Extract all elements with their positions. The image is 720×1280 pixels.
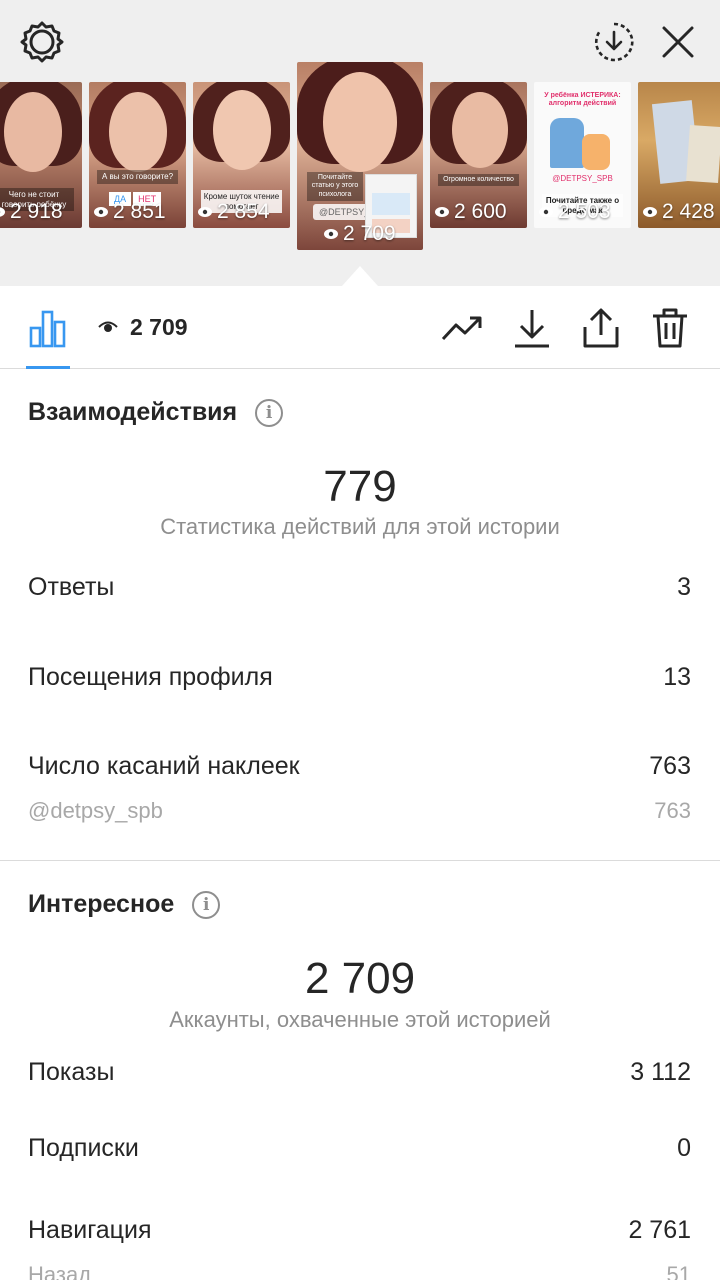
story-thumbnail[interactable]: Кроме шуток чтение помогает 2 854 [193, 82, 290, 228]
discovery-title: Интересное [28, 890, 175, 918]
save-story-icon[interactable] [590, 18, 638, 66]
story-thumbnail[interactable]: Чего не стоит говорить ребёнку 2 918 [0, 82, 82, 228]
info-icon[interactable]: i [192, 890, 221, 919]
eye-icon [435, 207, 449, 217]
story-views: 2 600 [434, 200, 507, 224]
story-thumbnails-strip[interactable]: Чего не стоит говорить ребёнку 2 918 А в… [0, 62, 720, 252]
story-views: 2 854 [197, 200, 270, 224]
stat-value: 3 [677, 572, 691, 601]
stat-subrow-back: Назад 51 [28, 1260, 691, 1280]
stat-value: 2 761 [628, 1215, 691, 1244]
poster-tag: @DETPSY_SPB [552, 174, 613, 183]
eye-icon [98, 321, 118, 332]
stat-row-navigation: Навигация 2 761 [28, 1213, 691, 1247]
story-views-count: 2 709 [343, 222, 396, 245]
toolbar-views-count: 2 709 [130, 313, 188, 340]
stat-value: 13 [663, 662, 691, 691]
share-icon[interactable] [579, 306, 623, 350]
discovery-section-title: Интересное i [28, 890, 221, 919]
story-thumbnail[interactable]: 2 428 [638, 82, 720, 228]
stat-sublabel: @detpsy_spb [28, 798, 163, 823]
story-thumbnail[interactable]: У ребёнка ИСТЕРИКА: алгоритм действий @D… [534, 82, 631, 228]
eye-icon [643, 207, 657, 217]
toolbar-views: 2 709 [98, 312, 188, 342]
story-thumbnail-selected[interactable]: Почитайте статью у этого психолога @DETP… [297, 62, 423, 250]
story-views-count: 2 854 [217, 200, 270, 223]
story-thumbnail[interactable]: А вы это говорите? ДА НЕТ 2 851 [89, 82, 186, 228]
stat-sublabel: Назад [28, 1262, 92, 1280]
stat-value: 763 [649, 751, 691, 780]
info-icon[interactable]: i [255, 398, 284, 427]
stat-row-profile-visits: Посещения профиля 13 [28, 660, 691, 694]
stat-value: 3 112 [630, 1057, 691, 1086]
trend-icon[interactable] [440, 306, 484, 350]
story-views: 2 918 [0, 200, 63, 224]
eye-icon [324, 229, 338, 239]
story-views: 2 503 [538, 200, 611, 224]
poster-title: У ребёнка ИСТЕРИКА: алгоритм действий [544, 92, 621, 108]
stat-subvalue: 51 [666, 1262, 691, 1280]
story-views-count: 2 428 [662, 200, 715, 223]
insights-toolbar: 2 709 [0, 286, 720, 369]
stat-label: Показы [28, 1057, 115, 1086]
stat-label: Посещения профиля [28, 662, 273, 691]
discovery-subtitle: Аккаунты, охваченные этой историей [169, 1007, 551, 1032]
close-icon[interactable] [654, 18, 702, 66]
stat-row-sticker-taps: Число касаний наклеек 763 [28, 749, 691, 783]
section-divider [0, 860, 720, 861]
story-views: 2 851 [93, 200, 166, 224]
eye-icon [198, 207, 212, 217]
poster-illustration [550, 118, 584, 168]
eye-icon [94, 207, 108, 217]
download-icon[interactable] [510, 306, 554, 350]
stat-subvalue: 763 [654, 798, 691, 823]
trash-icon[interactable] [648, 306, 692, 350]
interactions-total: 779 [323, 462, 397, 511]
stat-label: Число касаний наклеек [28, 751, 300, 780]
story-caption: А вы это говорите? [97, 170, 178, 184]
stat-label: Навигация [28, 1215, 152, 1244]
interactions-title: Взаимодействия [28, 398, 238, 426]
active-tab-indicator [26, 366, 70, 369]
story-views: 2 709 [323, 222, 396, 246]
stat-row-replies: Ответы 3 [28, 570, 691, 604]
story-caption: Огромное количество [438, 174, 519, 187]
stat-row-follows: Подписки 0 [28, 1131, 691, 1165]
story-views-count: 2 918 [10, 200, 63, 223]
interactions-section-title: Взаимодействия i [28, 398, 284, 427]
story-thumbnail[interactable]: Огромное количество 2 600 [430, 82, 527, 228]
stat-label: Подписки [28, 1133, 139, 1162]
story-views-count: 2 503 [558, 200, 611, 223]
stat-value: 0 [677, 1133, 691, 1162]
story-views: 2 428 [642, 200, 715, 224]
stories-header: Чего не стоит говорить ребёнку 2 918 А в… [0, 0, 720, 286]
story-views-count: 2 600 [454, 200, 507, 223]
story-caption: Почитайте статью у этого психолога [307, 172, 363, 202]
settings-gear-icon[interactable] [18, 18, 66, 66]
eye-icon [539, 207, 553, 217]
selected-story-pointer [342, 266, 378, 286]
eye-icon [0, 207, 5, 217]
bar-chart-icon[interactable] [26, 306, 70, 350]
stat-subrow-sticker-mention[interactable]: @detpsy_spb 763 [28, 796, 691, 826]
discovery-total: 2 709 [304, 954, 416, 1003]
interactions-subtitle: Статистика действий для этой истории [160, 514, 560, 539]
stat-row-impressions: Показы 3 112 [28, 1055, 691, 1089]
stat-label: Ответы [28, 572, 115, 601]
story-views-count: 2 851 [113, 200, 166, 223]
